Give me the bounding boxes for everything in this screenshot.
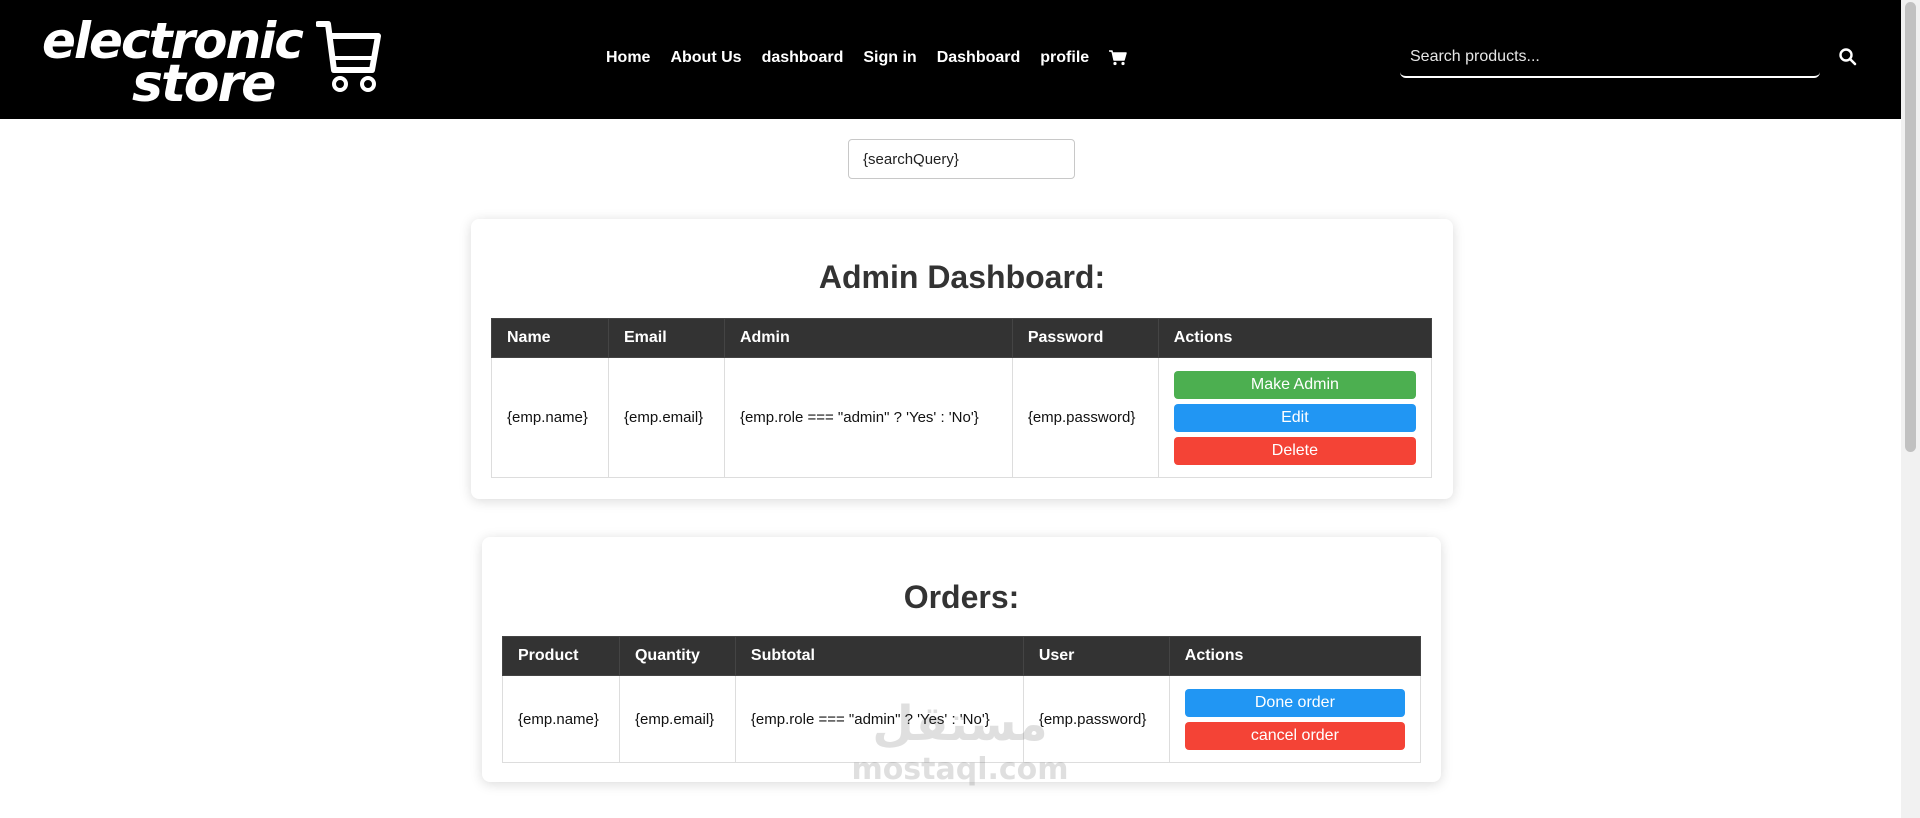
column-header-password: Password	[1011, 318, 1159, 358]
column-header-subtotal: Subtotal	[734, 636, 1024, 676]
admin-dashboard-title: Admin Dashboard:	[818, 259, 1106, 295]
site-header: electronic store Home About Us dashboard…	[0, 0, 1901, 119]
cell-product: {emp.name}	[502, 675, 620, 763]
admin-dashboard-card: Admin Dashboard: Name Email Admin Passwo…	[471, 219, 1453, 499]
nav-profile[interactable]: profile	[1040, 49, 1089, 67]
nav-about-us[interactable]: About Us	[670, 49, 741, 67]
store-logo[interactable]: electronic store	[40, 14, 381, 110]
cell-user: {emp.password}	[1022, 675, 1170, 763]
column-header-user: User	[1022, 636, 1170, 676]
column-header-name: Name	[491, 318, 609, 358]
column-header-actions: Actions	[1157, 318, 1433, 358]
product-search	[1400, 38, 1820, 78]
column-header-product: Product	[502, 636, 620, 676]
table-row: {emp.name} {emp.email} {emp.role === "ad…	[491, 357, 1433, 478]
search-button[interactable]	[1836, 46, 1860, 70]
nav-dashboard-lower[interactable]: dashboard	[762, 49, 844, 67]
search-input[interactable]	[1400, 38, 1820, 78]
cell-email: {emp.email}	[607, 357, 725, 478]
cell-admin: {emp.role === "admin" ? 'Yes' : 'No'}	[723, 357, 1013, 478]
orders-title: Orders:	[903, 579, 1020, 615]
table-header-row: Product Quantity Subtotal User Actions	[502, 636, 1422, 676]
nav-dashboard[interactable]: Dashboard	[937, 49, 1021, 67]
make-admin-button[interactable]: Make Admin	[1173, 370, 1416, 399]
column-header-email: Email	[607, 318, 725, 358]
search-icon	[1839, 47, 1857, 65]
cancel-order-button[interactable]: cancel order	[1184, 721, 1405, 750]
cell-password: {emp.password}	[1011, 357, 1159, 478]
table-header-row: Name Email Admin Password Actions	[491, 318, 1433, 358]
nav-home[interactable]: Home	[606, 49, 650, 67]
cell-subtotal: {emp.role === "admin" ? 'Yes' : 'No'}	[734, 675, 1024, 763]
column-header-quantity: Quantity	[618, 636, 736, 676]
cell-actions: Done order cancel order	[1168, 675, 1422, 763]
shopping-cart-icon	[1109, 50, 1127, 66]
query-input[interactable]	[848, 139, 1075, 179]
orders-card: Orders: Product Quantity Subtotal User A…	[482, 537, 1441, 782]
orders-table: Product Quantity Subtotal User Actions {…	[502, 636, 1422, 763]
scrollbar-thumb[interactable]	[1905, 2, 1916, 452]
edit-button[interactable]: Edit	[1173, 403, 1416, 432]
cell-quantity: {emp.email}	[618, 675, 736, 763]
employees-table: Name Email Admin Password Actions {emp.n…	[491, 318, 1433, 478]
nav-sign-in[interactable]: Sign in	[863, 49, 916, 67]
column-header-actions: Actions	[1168, 636, 1422, 676]
delete-button[interactable]: Delete	[1173, 436, 1416, 465]
cell-name: {emp.name}	[491, 357, 609, 478]
page-scrollbar[interactable]	[1901, 0, 1920, 818]
nav-cart-link[interactable]	[1109, 50, 1127, 66]
table-row: {emp.name} {emp.email} {emp.role === "ad…	[502, 675, 1422, 763]
column-header-admin: Admin	[723, 318, 1013, 358]
cell-actions: Make Admin Edit Delete	[1157, 357, 1433, 478]
done-order-button[interactable]: Done order	[1184, 688, 1405, 717]
logo-cart-icon	[316, 21, 381, 92]
main-nav: Home About Us dashboard Sign in Dashboar…	[606, 46, 1127, 70]
logo-text-store: store	[132, 54, 276, 114]
